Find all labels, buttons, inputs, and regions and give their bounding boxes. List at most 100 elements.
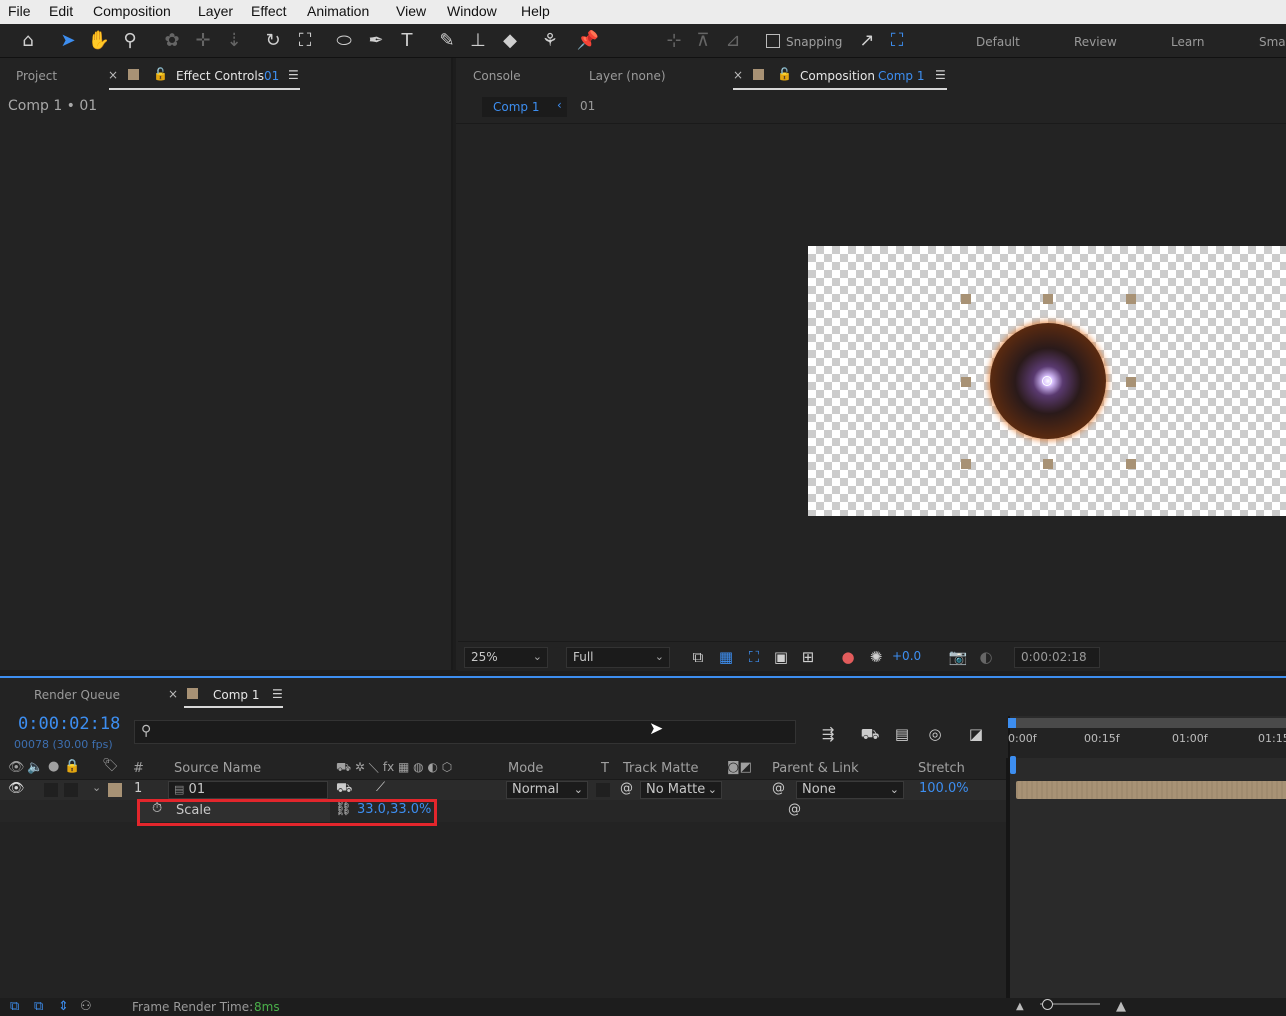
playhead[interactable]	[1010, 756, 1016, 774]
tab-console[interactable]: Console	[473, 69, 521, 83]
menu-edit[interactable]: Edit	[49, 3, 73, 19]
exposure-value[interactable]: +0.0	[892, 649, 921, 663]
menu-effect[interactable]: Effect	[251, 3, 287, 19]
in-out-toggle-icon[interactable]: ⇕	[58, 999, 69, 1014]
preserve-transparency-toggle[interactable]	[596, 783, 610, 797]
chevron-down-icon[interactable]: ⌄	[92, 781, 101, 794]
mode-dropdown[interactable]: Normal ⌄	[506, 781, 588, 799]
timeline-search-input[interactable]: ⚲	[134, 720, 796, 744]
breadcrumb-layer[interactable]: 01	[580, 99, 595, 113]
table-row[interactable]: 👁 ⌄ 1 ▤ 01 ⛟ ⟋ Normal ⌄ @ No Matte ⌄ @ N…	[0, 780, 1006, 800]
zoom-out-mountain-icon[interactable]: ▲	[1016, 1001, 1024, 1012]
column-mode[interactable]: Mode	[508, 761, 543, 776]
track-matte-dropdown[interactable]: No Matte ⌄	[640, 781, 722, 799]
current-time-field[interactable]: 0:00:02:18	[1014, 647, 1100, 668]
view-axis-icon[interactable]: ⊿	[721, 29, 745, 53]
home-icon[interactable]: ⌂	[16, 29, 40, 53]
stretch-value[interactable]: 100.0%	[919, 781, 969, 796]
parent-dropdown[interactable]: None ⌄	[796, 781, 904, 799]
tab-layer[interactable]: Layer (none)	[589, 69, 666, 83]
transfer-controls-toggle-icon[interactable]: ⧉	[34, 999, 43, 1014]
show-snapshot-icon[interactable]: ◐	[976, 647, 996, 667]
menu-animation[interactable]: Animation	[307, 3, 369, 19]
selection-tool-icon[interactable]: ➤	[56, 29, 80, 53]
eraser-tool-icon[interactable]: ◆	[498, 29, 522, 53]
mask-visibility-icon[interactable]: ⛶	[744, 647, 764, 667]
workspace-review[interactable]: Review	[1074, 35, 1117, 49]
layer-label-color[interactable]	[108, 783, 122, 797]
solo-icon[interactable]: ●	[48, 759, 59, 774]
layer-name-field[interactable]: ▤ 01	[168, 781, 328, 799]
pen-tool-icon[interactable]: ✒	[364, 29, 388, 53]
workspace-small-screen[interactable]: Sma	[1259, 35, 1286, 49]
roto-brush-icon[interactable]: ⚘	[538, 29, 562, 53]
channels-icon[interactable]: ●	[838, 647, 858, 667]
workspace-default[interactable]: Default	[976, 35, 1020, 49]
menu-file[interactable]: File	[8, 3, 31, 19]
column-parent-link[interactable]: Parent & Link	[772, 761, 859, 776]
transform-handle[interactable]	[961, 377, 971, 387]
shy-icon[interactable]: ⛟	[336, 781, 352, 798]
region-of-interest-icon[interactable]: ▣	[771, 647, 791, 667]
timeline-tracks-area[interactable]	[1008, 716, 1286, 998]
snapshot-camera-icon[interactable]: 📷	[948, 647, 968, 667]
zoom-dropdown[interactable]: 25% ⌄	[464, 647, 548, 668]
lock-icon[interactable]: 🔓	[777, 67, 792, 81]
panel-menu-icon[interactable]: ☰	[288, 68, 299, 82]
solo-toggle[interactable]	[44, 783, 58, 797]
close-icon[interactable]: ×	[733, 68, 743, 82]
pan-behind-icon[interactable]: ⛶	[293, 29, 317, 53]
transform-handle[interactable]	[961, 294, 971, 304]
audio-icon[interactable]: 🔈	[27, 760, 43, 775]
transform-handle[interactable]	[1126, 459, 1136, 469]
menu-view[interactable]: View	[396, 3, 426, 19]
close-icon[interactable]: ×	[108, 68, 118, 82]
parent-pickwhip-icon[interactable]: @	[772, 781, 785, 796]
zoom-in-mountain-icon[interactable]: ▲	[1116, 999, 1126, 1014]
menu-layer[interactable]: Layer	[198, 3, 233, 19]
draft-3d-icon[interactable]: ⛟	[860, 724, 880, 744]
graph-editor-icon[interactable]: ◪	[966, 724, 986, 744]
grid-guides-icon[interactable]: ⊞	[798, 647, 818, 667]
frame-blending-icon[interactable]: ▤	[892, 724, 912, 744]
panel-menu-icon[interactable]: ☰	[935, 68, 946, 82]
tab-comp[interactable]: Comp 1	[213, 688, 259, 702]
lock-icon[interactable]: 🔒	[64, 759, 80, 774]
type-tool-icon[interactable]: T	[395, 29, 419, 53]
brush-tool-icon[interactable]: ✎	[435, 29, 459, 53]
column-source-name[interactable]: Source Name	[174, 761, 261, 776]
orbit-camera-icon[interactable]: ✿	[160, 29, 184, 53]
snap-options-icon[interactable]: ↗	[855, 29, 879, 53]
hand-tool-icon[interactable]: ✋	[87, 29, 111, 53]
menu-window[interactable]: Window	[447, 3, 497, 19]
zoom-slider-thumb[interactable]	[1042, 999, 1053, 1010]
eye-icon[interactable]: 👁	[8, 781, 25, 796]
lock-icon[interactable]: 🔓	[153, 67, 168, 81]
menu-composition[interactable]: Composition	[93, 3, 171, 19]
transform-handle[interactable]	[1126, 377, 1136, 387]
layer-duration-bar[interactable]	[1016, 781, 1286, 799]
ellipse-tool-icon[interactable]: ⬭	[332, 29, 356, 53]
quality-icon[interactable]: ⟋	[376, 780, 385, 795]
transform-handle[interactable]	[961, 459, 971, 469]
tab-composition[interactable]: Composition	[800, 69, 875, 83]
dolly-camera-icon[interactable]: ⇣	[222, 29, 246, 53]
render-time-toggle-icon[interactable]: ⚇	[80, 999, 92, 1014]
pan-camera-icon[interactable]: ✛	[191, 29, 215, 53]
motion-blur-icon[interactable]: ◎	[925, 724, 945, 744]
anchor-point-icon[interactable]	[1042, 376, 1052, 386]
spiral-pickwhip-icon[interactable]: @	[620, 781, 633, 796]
world-axis-icon[interactable]: ⊼	[691, 29, 715, 53]
tab-render-queue[interactable]: Render Queue	[34, 688, 120, 702]
menu-help[interactable]: Help	[521, 3, 550, 19]
color-management-icon[interactable]: ✺	[866, 647, 886, 667]
snapping-checkbox[interactable]	[766, 34, 780, 48]
local-axis-icon[interactable]: ⊹	[662, 29, 686, 53]
snap-grid-icon[interactable]: ⛶	[885, 29, 909, 53]
work-area-bar[interactable]	[1012, 718, 1286, 728]
column-stretch[interactable]: Stretch	[918, 761, 965, 776]
resolution-dropdown[interactable]: Full ⌄	[566, 647, 670, 668]
transform-handle[interactable]	[1126, 294, 1136, 304]
work-area-start-handle[interactable]	[1008, 718, 1016, 728]
transform-handle[interactable]	[1043, 459, 1053, 469]
